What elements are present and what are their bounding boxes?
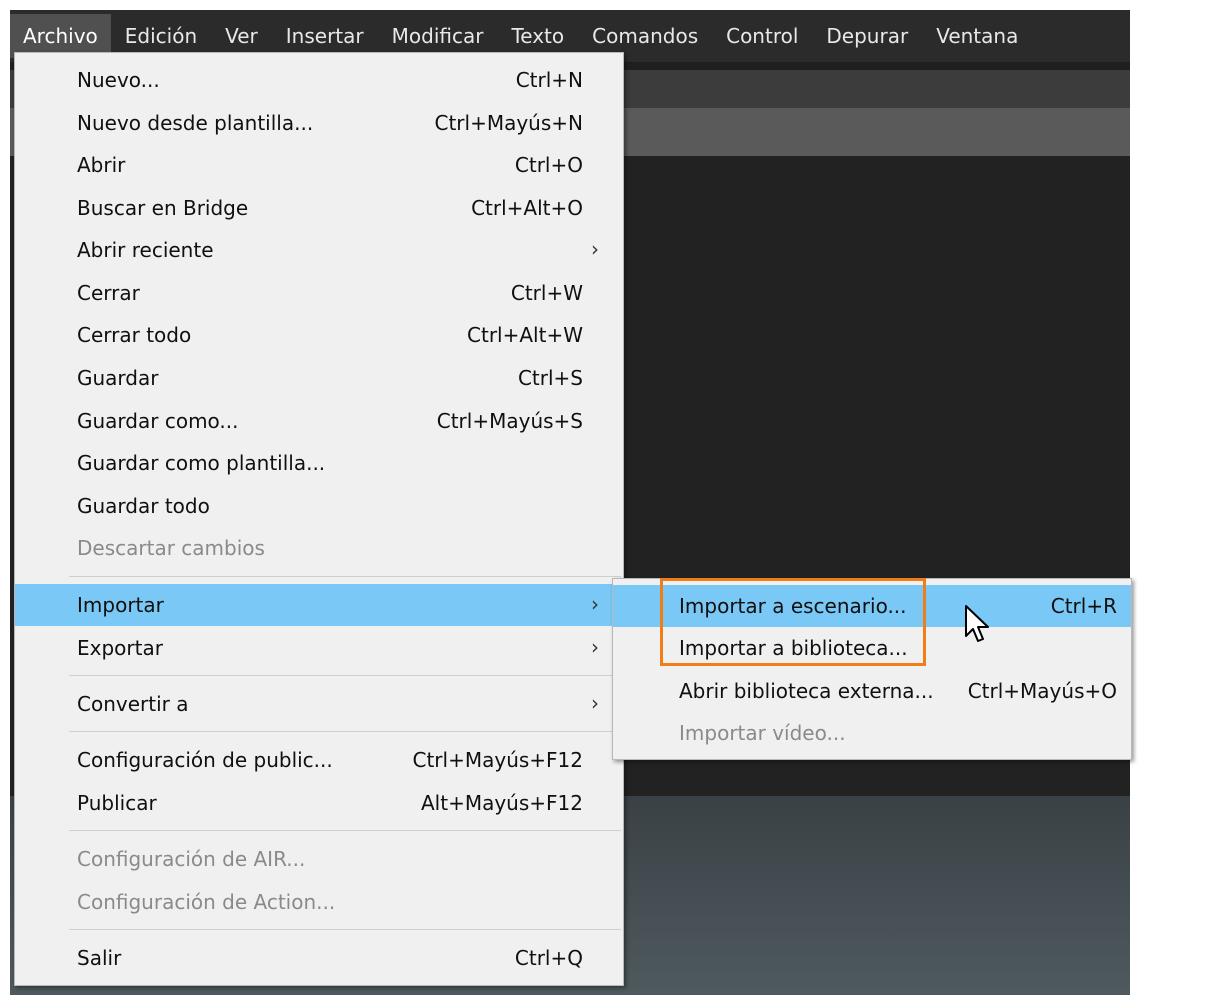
menu-item-convertir[interactable]: Convertir a › [15, 683, 623, 725]
submenu-item-abrir-biblioteca-externa[interactable]: Abrir biblioteca externa... Ctrl+Mayús+O [613, 670, 1131, 712]
chevron-right-icon: › [591, 237, 599, 261]
menu-item-shortcut: Ctrl+Mayús+S [436, 409, 583, 433]
menu-item-salir[interactable]: Salir Ctrl+Q [15, 937, 623, 979]
menu-item-guardar-plantilla[interactable]: Guardar como plantilla... [15, 442, 623, 484]
menu-separator [69, 576, 621, 577]
menu-item-label: Convertir a [77, 692, 189, 716]
menu-item-shortcut: Ctrl+N [515, 68, 583, 92]
menu-item-abrir[interactable]: Abrir Ctrl+O [15, 144, 623, 186]
submenu-item-importar-video: Importar vídeo... [613, 712, 1131, 754]
menu-item-label: Guardar como plantilla... [77, 451, 326, 475]
submenu-item-importar-escenario[interactable]: Importar a escenario... Ctrl+R [613, 585, 1131, 627]
menu-item-label: Configuración de AIR... [77, 847, 306, 871]
menu-item-label: Buscar en Bridge [77, 196, 249, 220]
menu-item-guardar[interactable]: Guardar Ctrl+S [15, 357, 623, 399]
menu-item-label: Guardar todo [77, 494, 210, 518]
menu-item-label: Importar a escenario... [679, 594, 907, 618]
menu-item-abrir-reciente[interactable]: Abrir reciente › [15, 229, 623, 271]
menu-item-label: Abrir [77, 153, 126, 177]
menu-item-shortcut: Ctrl+Mayús+N [434, 111, 583, 135]
menu-separator [69, 675, 621, 676]
menu-item-label: Configuración de Action... [77, 890, 336, 914]
menu-item-shortcut: Ctrl+W [510, 281, 583, 305]
menu-item-buscar-bridge[interactable]: Buscar en Bridge Ctrl+Alt+O [15, 187, 623, 229]
menu-item-config-action: Configuración de Action... [15, 881, 623, 923]
menu-item-guardar-como[interactable]: Guardar como... Ctrl+Mayús+S [15, 400, 623, 442]
menu-item-shortcut: Ctrl+S [517, 366, 583, 390]
chevron-right-icon: › [591, 691, 599, 715]
menu-item-descartar-cambios: Descartar cambios [15, 527, 623, 569]
menu-item-shortcut: Ctrl+Mayús+F12 [412, 748, 584, 772]
menu-item-label: Descartar cambios [77, 536, 265, 560]
mouse-cursor-icon [965, 605, 989, 642]
menu-item-exportar[interactable]: Exportar › [15, 627, 623, 669]
menu-item-shortcut: Ctrl+Alt+O [471, 196, 583, 220]
submenu-item-importar-biblioteca[interactable]: Importar a biblioteca... [613, 627, 1131, 669]
menu-item-nuevo-plantilla[interactable]: Nuevo desde plantilla... Ctrl+Mayús+N [15, 102, 623, 144]
menu-item-shortcut: Ctrl+O [514, 153, 583, 177]
menu-depurar[interactable]: Depurar [812, 14, 922, 58]
menu-item-shortcut: Ctrl+Q [514, 946, 583, 970]
menu-item-nuevo[interactable]: Nuevo... Ctrl+N [15, 59, 623, 101]
menu-separator [69, 830, 621, 831]
chevron-right-icon: › [591, 592, 599, 616]
menu-item-label: Abrir reciente [77, 238, 214, 262]
menu-item-label: Publicar [77, 791, 157, 815]
menu-item-label: Guardar como... [77, 409, 239, 433]
menu-item-config-air: Configuración de AIR... [15, 838, 623, 880]
menu-item-label: Nuevo desde plantilla... [77, 111, 314, 135]
menu-item-label: Salir [77, 946, 122, 970]
menu-item-label: Importar vídeo... [679, 721, 846, 745]
menu-control[interactable]: Control [712, 14, 812, 58]
menu-item-label: Importar [77, 593, 164, 617]
menu-item-cerrar[interactable]: Cerrar Ctrl+W [15, 272, 623, 314]
menu-item-label: Importar a biblioteca... [679, 636, 908, 660]
menu-item-importar[interactable]: Importar › [15, 584, 623, 626]
menu-item-shortcut: Alt+Mayús+F12 [421, 791, 583, 815]
menu-separator [69, 731, 621, 732]
menu-item-label: Nuevo... [77, 68, 160, 92]
menu-item-guardar-todo[interactable]: Guardar todo [15, 485, 623, 527]
menu-item-label: Cerrar todo [77, 323, 192, 347]
menu-item-label: Cerrar [77, 281, 140, 305]
menu-item-shortcut: Ctrl+Alt+W [467, 323, 583, 347]
file-menu: Nuevo... Ctrl+N Nuevo desde plantilla...… [14, 52, 624, 986]
menu-item-shortcut: Ctrl+R [1050, 594, 1117, 618]
menu-item-config-publicacion[interactable]: Configuración de public... Ctrl+Mayús+F1… [15, 739, 623, 781]
import-submenu: Importar a escenario... Ctrl+R Importar … [612, 578, 1132, 760]
menu-item-label: Exportar [77, 636, 163, 660]
menu-ventana[interactable]: Ventana [922, 14, 1032, 58]
menu-separator [69, 929, 621, 930]
menu-item-label: Guardar [77, 366, 159, 390]
menu-item-cerrar-todo[interactable]: Cerrar todo Ctrl+Alt+W [15, 314, 623, 356]
menu-item-label: Configuración de public... [77, 748, 333, 772]
menu-item-label: Abrir biblioteca externa... [679, 679, 934, 703]
menu-item-publicar[interactable]: Publicar Alt+Mayús+F12 [15, 782, 623, 824]
menu-item-shortcut: Ctrl+Mayús+O [967, 679, 1117, 703]
chevron-right-icon: › [591, 635, 599, 659]
